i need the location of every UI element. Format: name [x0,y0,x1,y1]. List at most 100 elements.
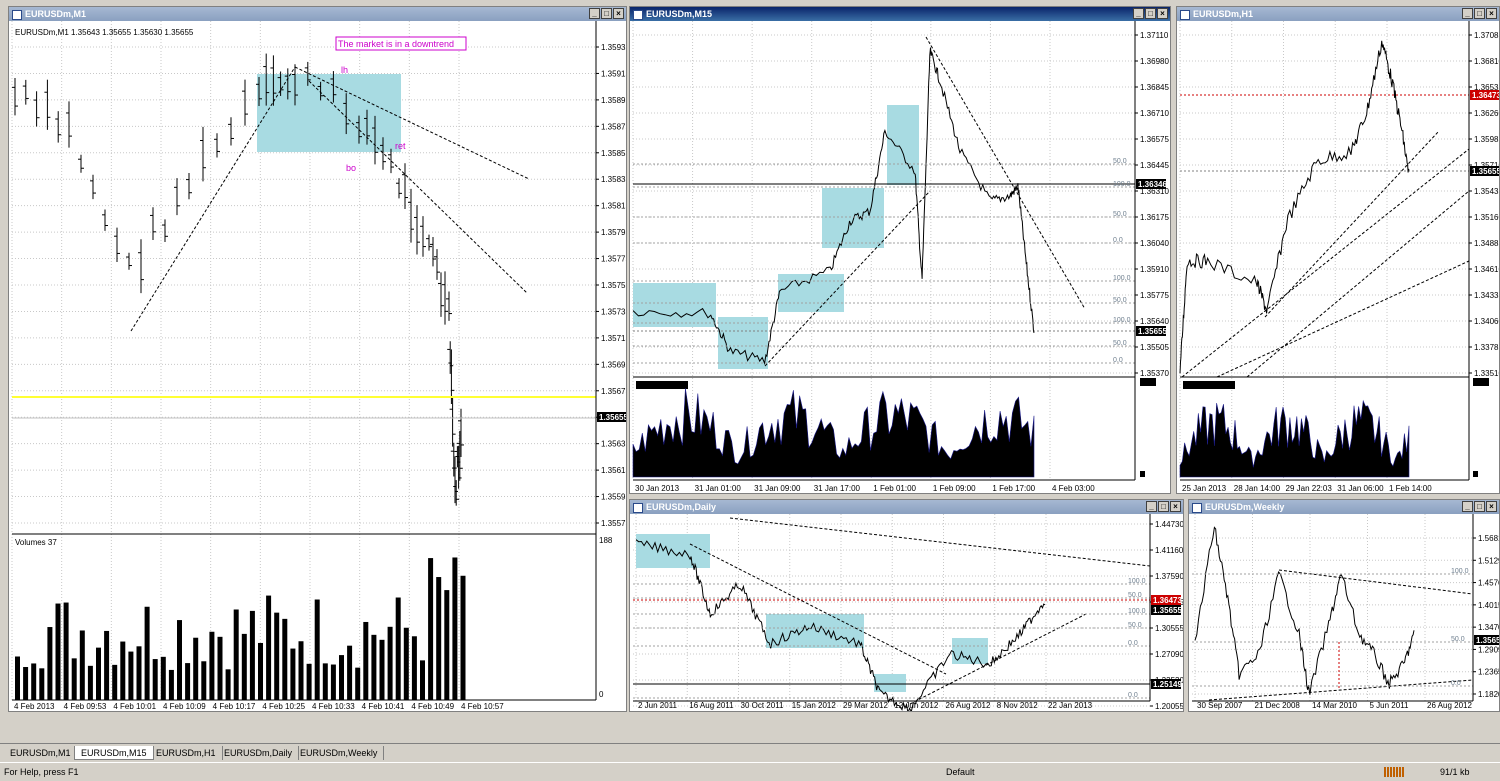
price-tick-label: 1.34610 [1474,265,1499,274]
close-button[interactable]: × [1170,501,1181,512]
title-bar[interactable]: EURUSDm,M15 _ □ × [630,7,1170,21]
price-marker: 1.35655 [1472,167,1499,176]
maximize-button[interactable]: □ [1158,501,1169,512]
minimize-button[interactable]: _ [1146,501,1157,512]
price-tick-label: 1.35775 [1140,291,1169,300]
price-tick-label: 1.35795 [601,228,626,237]
volume-bar [428,558,434,700]
price-tick-label: 1.29095 [1478,645,1499,654]
fib-level-label: 100.0 [1128,608,1146,615]
time-tick-label: 31 Jan 01:00 [695,484,742,493]
price-tick-label: 1.35615 [601,466,626,475]
time-tick-label: 5 Jun 2011 [1370,701,1410,710]
price-tick-label: 1.36040 [1140,239,1169,248]
title-bar[interactable]: EURUSDm,Weekly _ □ × [1189,500,1499,514]
tab-m1[interactable]: EURUSDm,M1 [4,746,78,760]
price-tick-label: 1.36845 [1140,83,1169,92]
price-tick-label: 1.37110 [1140,31,1169,40]
price-tick-label: 1.35695 [601,360,626,369]
minimize-button[interactable]: _ [1133,8,1144,19]
maximize-button[interactable]: □ [1145,8,1156,19]
volume-bar [168,669,174,700]
minimize-button[interactable]: _ [589,8,600,19]
price-tick-label: 1.35595 [601,493,626,502]
time-tick-label: 31 Jan 17:00 [814,484,861,493]
window-title: EURUSDm,M1 [25,9,87,19]
maximize-button[interactable]: □ [1474,501,1485,512]
volume-bar [120,641,126,700]
volume-bar [209,631,215,700]
trend-annotation: The market is in a downtrend [338,39,454,49]
price-tick-label: 1.34335 [1474,291,1499,300]
volume-bar [104,630,110,700]
time-tick-label: 4 Feb 09:53 [64,702,107,711]
price-marker: 1.35655 [1153,606,1182,615]
price-tick-label: 1.35505 [1140,343,1169,352]
title-bar[interactable]: EURUSDm,Daily _ □ × [630,500,1183,514]
price-tick-label: 1.36810 [1474,57,1499,66]
tab-daily[interactable]: EURUSDm,Daily [218,746,300,760]
fib-level-label: 50.0 [1113,158,1127,165]
window-title: EURUSDm,H1 [1193,9,1254,19]
chart-window-icon [12,10,22,20]
price-tick-label: 1.35915 [601,69,626,78]
price-tick-label: 1.35435 [1474,187,1499,196]
volume-bar [63,602,69,700]
price-tick-label: 1.36175 [1140,213,1169,222]
chart-window-weekly[interactable]: EURUSDm,Weekly _□× 100.050.00.0 1.568151… [1188,499,1500,712]
volume-bar [112,664,118,700]
title-bar[interactable]: EURUSDm,M1 _ □ × [9,7,626,21]
price-tick-label: 1.20055 [1155,702,1183,711]
volumes-label: Volumes 37 [15,538,57,547]
chart-window-daily[interactable]: EURUSDm,Daily _ □ × 100.0 50.0 100.0 50.0 0.0 0… [629,499,1184,712]
m15-chart-canvas[interactable]: 50.0 100.0 50.0 0.0 100.0 50.0 100.0 50.0 0.0 1.… [630,21,1170,493]
chart-window-icon [1180,10,1190,20]
price-tick-label: 1.35755 [601,281,626,290]
time-tick-label: 4 Feb 10:09 [163,702,206,711]
volume-bar [96,647,101,700]
maximize-button[interactable]: □ [601,8,612,19]
vol-max-label: 188 [599,536,613,545]
label-bo: bo [346,163,356,173]
daily-chart-canvas[interactable]: 100.0 50.0 100.0 50.0 0.0 0.0 1.44730 1.41160 1… [630,514,1183,711]
chart-window-h1[interactable]: EURUSDm,H1 _□× 1.370851.368101.365351.36… [1176,6,1500,494]
price-marker: 1.35655 [1138,327,1167,336]
close-button[interactable]: × [1486,501,1497,512]
close-button[interactable]: × [1157,8,1168,19]
time-tick-label: 4 Feb 10:41 [362,702,405,711]
price-tick-label: 1.51290 [1478,556,1499,565]
close-button[interactable]: × [613,8,624,19]
volume-bar [47,627,53,700]
volume-bar [347,645,353,700]
m1-chart-canvas[interactable]: EURUSDm,M1 1.35643 1.35655 1.35630 1.356… [9,21,626,711]
minimize-button[interactable]: _ [1462,501,1473,512]
tab-m15[interactable]: EURUSDm,M15 [74,746,154,760]
chart-window-m1[interactable]: EURUSDm,M1 _ □ × EURUSDm,M1 1.35643 1.3565… [8,6,627,712]
tab-weekly[interactable]: EURUSDm,Weekly [294,746,385,760]
time-tick-label: 4 Feb 2013 [14,702,55,711]
title-bar[interactable]: EURUSDm,H1 _ □ × [1177,7,1499,21]
price-tick-label: 1.33510 [1474,369,1499,378]
close-button[interactable]: × [1486,8,1497,19]
time-tick-label: 14 Mar 2010 [1312,701,1357,710]
price-tick-label: 1.27090 [1155,650,1183,659]
tab-h1[interactable]: EURUSDm,H1 [150,746,223,760]
volume-bar [460,575,466,700]
minimize-button[interactable]: _ [1462,8,1473,19]
price-tick-label: 1.56815 [1478,534,1499,543]
time-tick-label: 21 Dec 2008 [1255,701,1301,710]
price-tick-label: 1.35775 [601,255,626,264]
h1-chart-canvas[interactable]: 1.370851.368101.365351.362601.359851.357… [1177,21,1499,493]
fib-level-label: 0.0 [1128,640,1138,647]
chart-window-m15[interactable]: EURUSDm,M15 _ □ × 50.0 100.0 50.0 0.0 100.0 50.… [629,6,1171,494]
price-tick-label: 1.36445 [1140,161,1169,170]
volume-bar [290,648,296,700]
label-lh: lh [341,65,348,75]
time-tick-label: 29 Mar 2012 [843,701,888,710]
maximize-button[interactable]: □ [1474,8,1485,19]
weekly-chart-canvas[interactable]: 100.0 50.0 0.0 1.56815 1.51290 1.45760 1.4015… [1189,514,1499,711]
time-tick-label: 26 Aug 2012 [946,701,991,710]
volume-bar [201,661,207,700]
time-tick-label: 31 Jan 06:00 [1337,484,1384,493]
price-tick-label: 1.35910 [1140,265,1169,274]
